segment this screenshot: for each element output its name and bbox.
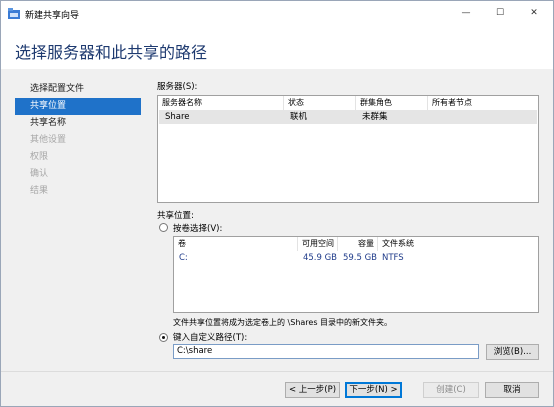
server-name-cell: Share bbox=[165, 112, 190, 122]
window-title: 新建共享向导 bbox=[25, 11, 80, 21]
next-button[interactable]: 下一步(N) > bbox=[345, 382, 402, 398]
close-button[interactable]: ✕ bbox=[517, 1, 551, 25]
wizard-body: 选择配置文件 共享位置 共享名称 其他设置 权限 确认 结果 服务器(S): 服… bbox=[1, 69, 553, 371]
maximize-button[interactable]: ☐ bbox=[483, 1, 517, 25]
custom-path-label: 键入自定义路径(T): bbox=[173, 333, 248, 343]
column-file-system[interactable]: 文件系统 bbox=[378, 237, 538, 251]
page-title: 选择服务器和此共享的路径 bbox=[15, 43, 208, 62]
share-folder-icon bbox=[8, 8, 20, 19]
volume-cell: C: bbox=[179, 253, 188, 263]
column-owner-node[interactable]: 所有者节点 bbox=[428, 96, 538, 110]
cancel-button[interactable]: 取消 bbox=[485, 382, 539, 398]
server-list-label: 服务器(S): bbox=[157, 82, 198, 92]
maximize-icon: ☐ bbox=[495, 8, 505, 18]
by-volume-label: 按卷选择(V): bbox=[173, 224, 223, 234]
nav-item-other-settings: 其他设置 bbox=[30, 135, 67, 145]
browse-button[interactable]: 浏览(B)... bbox=[486, 344, 539, 360]
nav-item-permissions: 权限 bbox=[30, 152, 49, 162]
minimize-icon: — bbox=[461, 8, 471, 18]
previous-button[interactable]: < 上一步(P) bbox=[285, 382, 340, 398]
capacity-cell: 59.5 GB bbox=[342, 253, 377, 263]
custom-path-radio[interactable] bbox=[159, 333, 168, 342]
column-capacity[interactable]: 容量 bbox=[338, 237, 378, 251]
by-volume-radio[interactable] bbox=[159, 223, 168, 232]
server-list[interactable]: 服务器名称 状态 群集角色 所有者节点 Share 联机 未群集 bbox=[157, 95, 539, 203]
wizard-window: 新建共享向导 — ☐ ✕ 选择服务器和此共享的路径 选择配置文件 共享位置 共享… bbox=[0, 0, 554, 407]
column-server-name[interactable]: 服务器名称 bbox=[158, 96, 284, 110]
server-status-cell: 联机 bbox=[290, 112, 308, 122]
wizard-nav: 选择配置文件 共享位置 共享名称 其他设置 权限 确认 结果 bbox=[15, 81, 141, 200]
share-location-label: 共享位置: bbox=[157, 211, 194, 221]
nav-item-confirmation: 确认 bbox=[30, 169, 49, 179]
nav-item-results: 结果 bbox=[30, 186, 49, 196]
column-free-space[interactable]: 可用空间 bbox=[298, 237, 338, 251]
nav-item-location[interactable]: 共享位置 bbox=[15, 98, 141, 115]
free-space-cell: 45.9 GB bbox=[302, 253, 337, 263]
create-button: 创建(C) bbox=[423, 382, 479, 398]
volume-list[interactable]: 卷 可用空间 容量 文件系统 C: 45.9 GB 59.5 GB NTFS bbox=[173, 236, 539, 313]
file-system-cell: NTFS bbox=[382, 253, 404, 263]
close-icon: ✕ bbox=[530, 8, 538, 18]
wizard-footer: < 上一步(P) 下一步(N) > 创建(C) 取消 bbox=[1, 371, 553, 406]
server-role-cell: 未群集 bbox=[362, 112, 388, 122]
table-row[interactable]: Share 联机 未群集 bbox=[159, 110, 537, 124]
column-status[interactable]: 状态 bbox=[284, 96, 356, 110]
nav-item-share-name[interactable]: 共享名称 bbox=[15, 115, 141, 132]
wizard-header: 选择服务器和此共享的路径 bbox=[1, 27, 553, 69]
custom-path-input[interactable]: C:\share bbox=[173, 344, 479, 359]
nav-item-profile[interactable]: 选择配置文件 bbox=[15, 81, 141, 98]
column-volume[interactable]: 卷 bbox=[174, 237, 298, 251]
title-bar: 新建共享向导 — ☐ ✕ bbox=[1, 1, 553, 27]
table-row[interactable]: C: 45.9 GB 59.5 GB NTFS bbox=[175, 251, 537, 265]
share-location-note: 文件共享位置将成为选定卷上的 \Shares 目录中的新文件夹。 bbox=[173, 318, 393, 327]
minimize-button[interactable]: — bbox=[449, 1, 483, 25]
column-cluster-role[interactable]: 群集角色 bbox=[356, 96, 428, 110]
